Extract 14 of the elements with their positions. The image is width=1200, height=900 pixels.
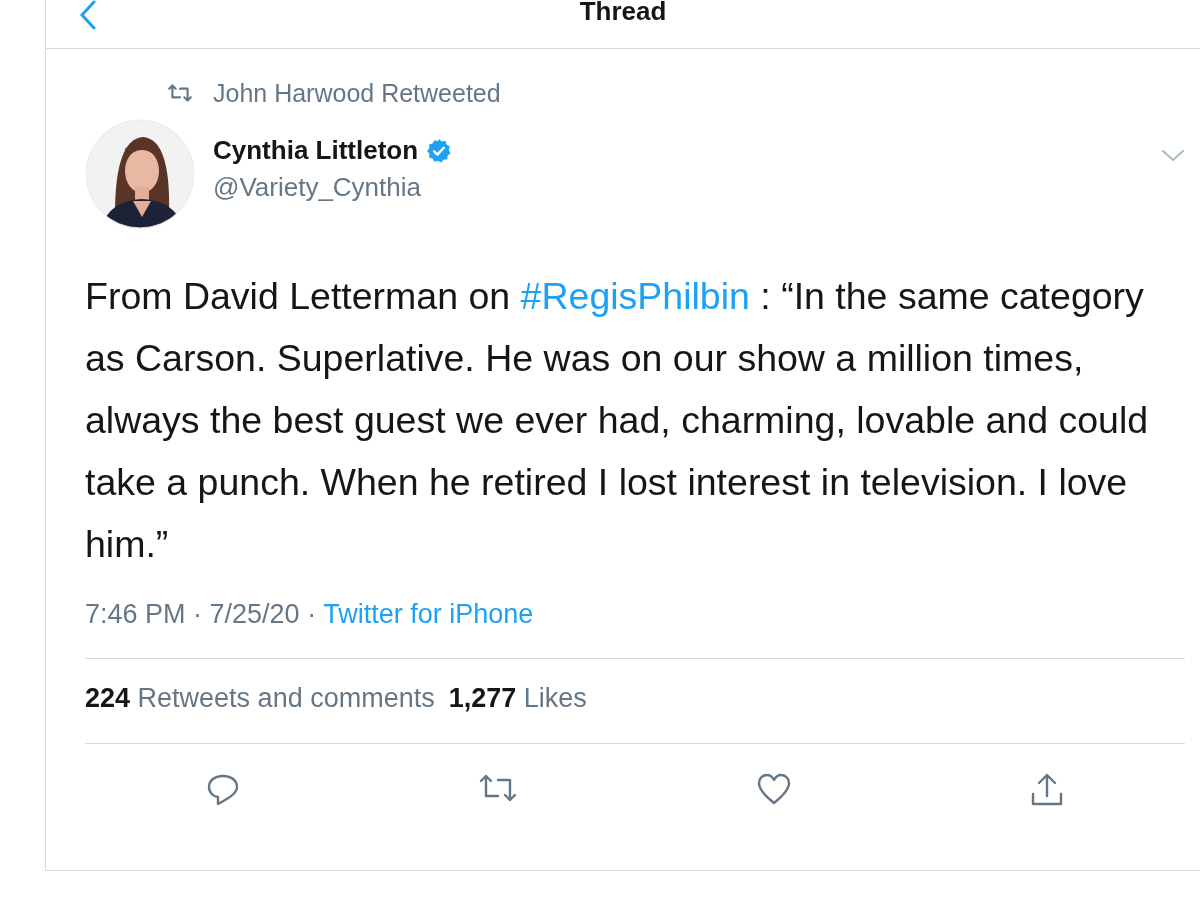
heart-icon[interactable]	[755, 772, 792, 806]
stat-link[interactable]: 224 Retweets and comments	[85, 683, 435, 715]
back-icon[interactable]	[78, 0, 98, 30]
stat-link[interactable]: 1,277 Likes	[448, 683, 587, 715]
retweet-icon	[167, 82, 193, 104]
retweet-icon[interactable]	[478, 772, 519, 804]
share-icon[interactable]	[1029, 772, 1065, 808]
page-title: Thread	[579, 0, 667, 27]
author-name[interactable]: Cynthia Littleton	[213, 135, 419, 166]
timestamp: 7:46 PM · 7/25/20 ·	[85, 599, 318, 629]
retweeted-by-label: John Harwood Retweeted	[213, 78, 501, 108]
author-handle: @Variety_Cynthia	[213, 172, 422, 203]
tweet-text: From David Letterman on #RegisPhilbin : “In the same category as Carson. Superlative. He was on our show a million times, always the best guest we ever had, charming, lovable and could take a punch. When he retired I lost interest in television. I love him.”	[85, 274, 1150, 567]
reply-icon[interactable]	[205, 772, 241, 808]
